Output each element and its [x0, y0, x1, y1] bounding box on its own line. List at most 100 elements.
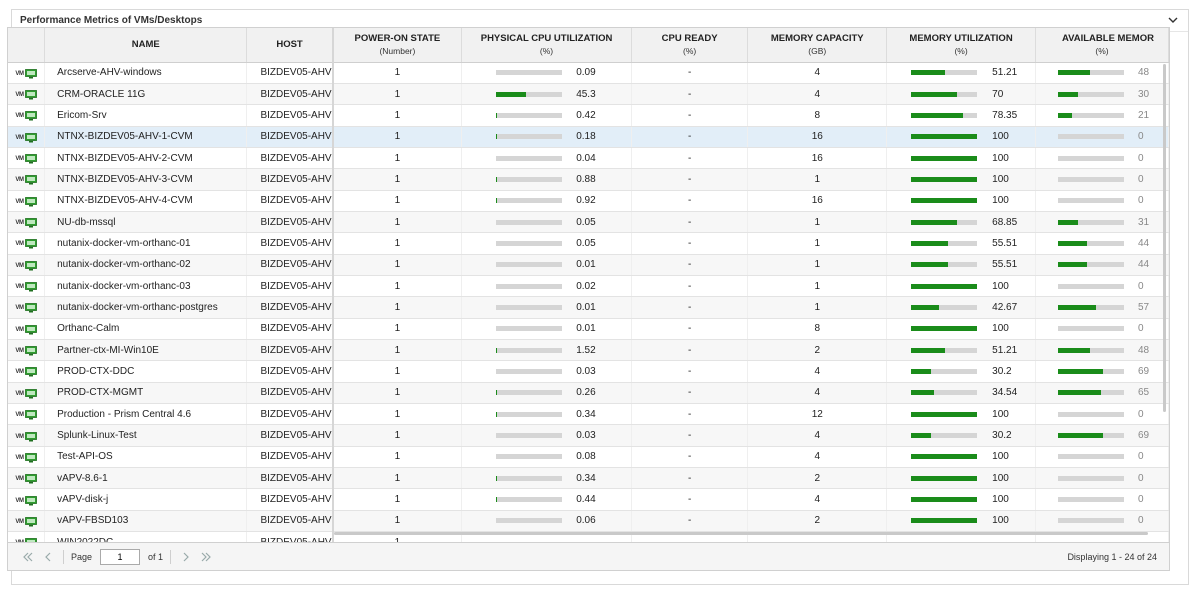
table-row[interactable]: VM NTNX-BIZDEV05-AHV-3-CVM BIZDEV05-AHV 1 0.…	[8, 168, 1169, 191]
table-row[interactable]: VM nutanix-docker-vm-orthanc-03 BIZDEV05-A…	[8, 275, 1169, 298]
horizontal-scrollbar[interactable]	[334, 532, 1148, 535]
col-header-cpu-ready[interactable]: CPU READY (%)	[631, 28, 749, 63]
memory-utilization-value: 100	[992, 131, 1009, 143]
table-row[interactable]: VM Production - Prism Central 4.6 BIZDEV05…	[8, 403, 1169, 426]
table-row[interactable]: VM vAPV-8.6-1 BIZDEV05-AHV 1 0.34 -2 100 0	[8, 467, 1169, 490]
memory-capacity: 4	[747, 83, 888, 106]
available-memory-cell: 0	[1035, 126, 1169, 148]
table-row[interactable]: VM NTNX-BIZDEV05-AHV-2-CVM BIZDEV05-AHV 1 0.…	[8, 147, 1169, 170]
prev-page-icon[interactable]	[40, 549, 56, 565]
vm-name[interactable]: PROD-CTX-DDC	[44, 360, 248, 383]
memory-utilization-value: 100	[992, 451, 1009, 463]
cpu-utilization-value: 0.42	[576, 109, 596, 121]
table-row[interactable]: VM PROD-CTX-DDC BIZDEV05-AHV 1 0.03 -4 30.2 69	[8, 360, 1169, 383]
table-row[interactable]: VM vAPV-disk-j BIZDEV05-AHV 1 0.44 -4 100 0	[8, 488, 1169, 511]
toolbar-separator	[170, 549, 172, 564]
table-row[interactable]: VM CRM-ORACLE 11G BIZDEV05-AHV 1 45.3 -4 70 30	[8, 83, 1169, 106]
vm-name[interactable]: nutanix-docker-vm-orthanc-01	[44, 232, 248, 255]
vertical-scrollbar[interactable]	[1163, 64, 1166, 412]
vm-name[interactable]: NTNX-BIZDEV05-AHV-4-CVM	[44, 190, 248, 212]
col-header-memory-utilization[interactable]: MEMORY UTILIZATION (%)	[886, 28, 1036, 63]
table-row[interactable]: VM Arcserve-AHV-windows BIZDEV05-AHV 1 0.09 -…	[8, 62, 1169, 84]
vm-name[interactable]: Splunk-Linux-Test	[44, 424, 248, 447]
memory-capacity: 4	[747, 488, 888, 511]
col-icon-header	[8, 28, 46, 63]
table-row[interactable]: VM nutanix-docker-vm-orthanc-postgres BIZD…	[8, 296, 1169, 319]
vm-name[interactable]: NTNX-BIZDEV05-AHV-1-CVM	[44, 126, 248, 148]
table-row[interactable]: VM Ericom-Srv BIZDEV05-AHV 1 0.42 -8 78.35 21	[8, 104, 1169, 127]
col-header-host[interactable]: HOST	[246, 28, 334, 63]
table-row[interactable]: VM PROD-CTX-MGMT BIZDEV05-AHV 1 0.26 -4 34.54 6…	[8, 382, 1169, 405]
cpu-utilization-value: 0.02	[576, 280, 596, 292]
page-number-input[interactable]	[100, 548, 141, 565]
cpu-ready: -	[631, 360, 749, 383]
table-row[interactable]: VM Orthanc-Calm BIZDEV05-AHV 1 0.01 -8 100 0	[8, 318, 1169, 340]
vm-name[interactable]: WIN2022DC	[44, 531, 248, 542]
available-memory-cell: 69	[1035, 360, 1169, 383]
col-header-power-on-state[interactable]: POWER-ON STATE (Number)	[332, 28, 463, 63]
memory-utilization-bar	[911, 390, 978, 396]
vm-name[interactable]: NU-db-mssql	[44, 211, 248, 234]
vm-name[interactable]: Ericom-Srv	[44, 104, 248, 127]
power-on-state: 1	[332, 360, 463, 383]
available-memory-cell: 57	[1035, 296, 1169, 319]
vm-name[interactable]: Test-API-OS	[44, 446, 248, 469]
vm-name[interactable]: vAPV-disk-j	[44, 488, 248, 511]
vm-status-cell: VM	[8, 318, 46, 340]
col-header-physical-cpu-utilization[interactable]: PHYSICAL CPU UTILIZATION (%)	[461, 28, 632, 63]
cpu-utilization-cell: 0.01	[461, 318, 632, 340]
vm-name[interactable]: nutanix-docker-vm-orthanc-03	[44, 275, 248, 298]
cpu-ready: -	[631, 190, 749, 212]
vm-name[interactable]: nutanix-docker-vm-orthanc-02	[44, 254, 248, 276]
col-header-memory-capacity[interactable]: MEMORY CAPACITY (GB)	[747, 28, 888, 63]
memory-capacity: 4	[747, 62, 888, 84]
cpu-ready: -	[631, 339, 749, 362]
vm-status-cell: VM	[8, 232, 46, 255]
first-page-icon[interactable]	[20, 549, 36, 565]
vm-name[interactable]: PROD-CTX-MGMT	[44, 382, 248, 405]
vm-name[interactable]: NTNX-BIZDEV05-AHV-2-CVM	[44, 147, 248, 170]
available-memory-value: 0	[1137, 515, 1144, 527]
vm-name[interactable]: vAPV-FBSD103	[44, 510, 248, 533]
col-header-available-memory[interactable]: AVAILABLE MEMOR (%)	[1035, 28, 1169, 63]
table-row[interactable]: VM Partner-ctx-MI-Win10E BIZDEV05-AHV 1 1.52…	[8, 339, 1169, 362]
vm-name[interactable]: Orthanc-Calm	[44, 318, 248, 340]
available-memory-bar	[1057, 475, 1124, 481]
next-page-icon[interactable]	[178, 549, 194, 565]
col-header-name[interactable]: NAME	[44, 28, 248, 63]
table-row[interactable]: VM nutanix-docker-vm-orthanc-02 BIZDEV05-A…	[8, 254, 1169, 276]
available-memory-bar	[1057, 262, 1124, 268]
table-row[interactable]: VM nutanix-docker-vm-orthanc-01 BIZDEV05-A…	[8, 232, 1169, 255]
memory-utilization-value: 100	[992, 408, 1009, 420]
vm-name[interactable]: Production - Prism Central 4.6	[44, 403, 248, 426]
vm-name[interactable]: nutanix-docker-vm-orthanc-postgres	[44, 296, 248, 319]
cpu-utilization-bar	[496, 390, 563, 396]
available-memory-bar	[1057, 283, 1124, 289]
vm-host: BIZDEV05-AHV	[246, 126, 334, 148]
table-row[interactable]: VM NTNX-BIZDEV05-AHV-1-CVM BIZDEV05-AHV 1 0.…	[8, 126, 1169, 148]
memory-utilization-bar	[911, 134, 978, 140]
vm-name[interactable]: Arcserve-AHV-windows	[44, 62, 248, 84]
vm-monitor-icon: VM	[15, 239, 37, 249]
table-row[interactable]: VM NU-db-mssql BIZDEV05-AHV 1 0.05-1 68.85 31	[8, 211, 1169, 234]
memory-utilization-bar	[911, 155, 978, 161]
vm-name[interactable]: Partner-ctx-MI-Win10E	[44, 339, 248, 362]
cpu-utilization-bar	[496, 347, 563, 353]
available-memory-cell: 21	[1035, 104, 1169, 127]
table-row[interactable]: VM NTNX-BIZDEV05-AHV-4-CVM BIZDEV05-AHV 1 0.…	[8, 190, 1169, 212]
chevron-down-icon[interactable]	[1166, 14, 1180, 28]
cpu-utilization-cell: 0.44	[461, 488, 632, 511]
vm-host: BIZDEV05-AHV	[246, 510, 334, 533]
cpu-utilization-value: 0.34	[576, 408, 596, 420]
table-row[interactable]: VM Test-API-OS BIZDEV05-AHV 1 0.08 -4 100 0	[8, 446, 1169, 469]
vm-name[interactable]: NTNX-BIZDEV05-AHV-3-CVM	[44, 168, 248, 191]
table-row[interactable]: VM vAPV-FBSD103 BIZDEV05-AHV 1 0.06 -2 100 0	[8, 510, 1169, 533]
table-row[interactable]: VM Splunk-Linux-Test BIZDEV05-AHV 1 0.03 -4 30…	[8, 424, 1169, 447]
vm-monitor-icon: VM	[15, 175, 37, 185]
cpu-utilization-cell: 0.34	[461, 467, 632, 490]
vm-name[interactable]: vAPV-8.6-1	[44, 467, 248, 490]
vm-name[interactable]: CRM-ORACLE 11G	[44, 83, 248, 106]
last-page-icon[interactable]	[198, 549, 214, 565]
memory-utilization-bar	[911, 198, 978, 204]
vm-host: BIZDEV05-AHV	[246, 339, 334, 362]
